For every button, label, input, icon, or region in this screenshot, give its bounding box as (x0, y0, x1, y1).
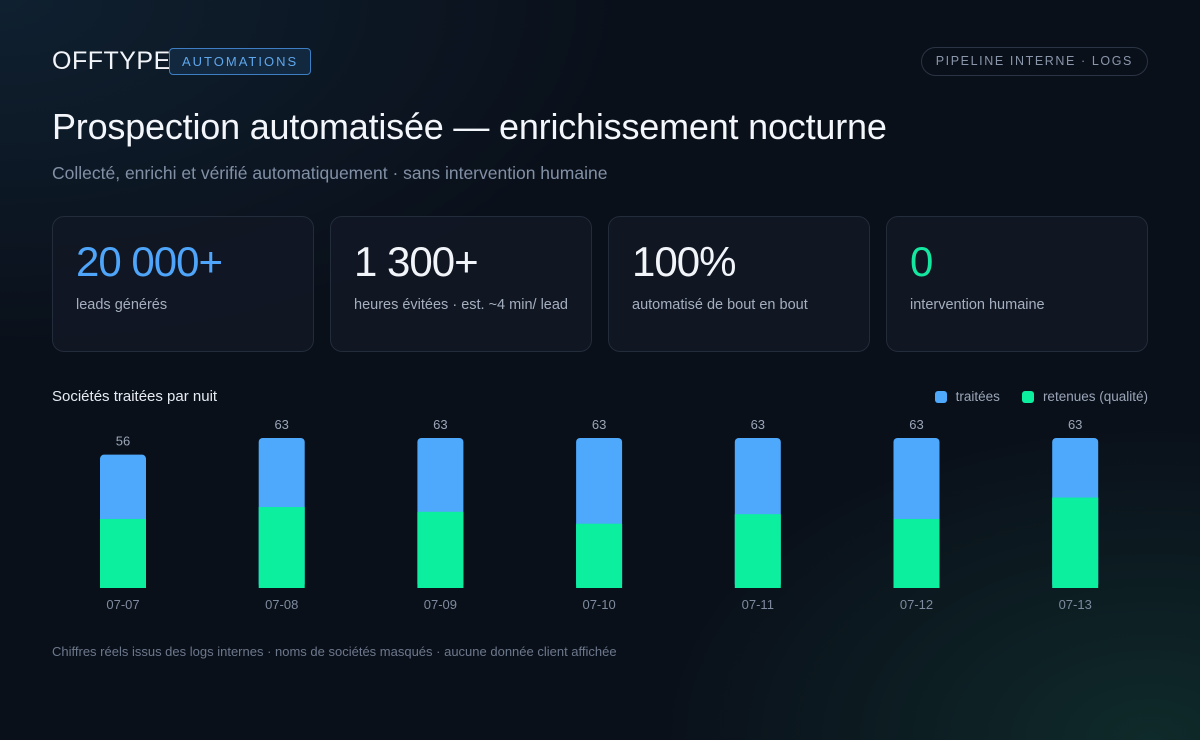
bar-value-label: 56 (116, 434, 130, 449)
x-tick-label: 07-11 (742, 597, 774, 612)
bar-value-label: 63 (592, 417, 606, 432)
x-tick-label: 07-09 (424, 597, 457, 612)
footer-note: Chiffres réels issus des logs internes ·… (52, 644, 617, 659)
bar-chart: 56 07-07 63 07-08 63 07-09 63 07-10 63 07-11 63 07-… (100, 417, 1099, 612)
bar-retained-07-10 (576, 523, 623, 588)
bar-value-label: 63 (1068, 417, 1082, 432)
bar-retained-07-09 (417, 511, 464, 588)
x-tick-label: 07-12 (900, 597, 933, 612)
x-tick-label: 07-13 (1059, 597, 1092, 612)
bar-retained-07-12 (893, 518, 940, 588)
bar-value-label: 63 (433, 417, 447, 432)
x-tick-label: 07-10 (582, 597, 615, 612)
bar-retained-07-07 (100, 518, 146, 588)
bar-value-label: 63 (751, 417, 765, 432)
bar-retained-07-11 (734, 514, 781, 588)
x-tick-label: 07-07 (106, 597, 139, 612)
bar-value-label: 63 (909, 417, 923, 432)
bar-retained-07-08 (258, 507, 305, 588)
bar-retained-07-13 (1052, 497, 1099, 588)
x-tick-label: 07-08 (265, 597, 298, 612)
bar-value-label: 63 (274, 417, 288, 432)
